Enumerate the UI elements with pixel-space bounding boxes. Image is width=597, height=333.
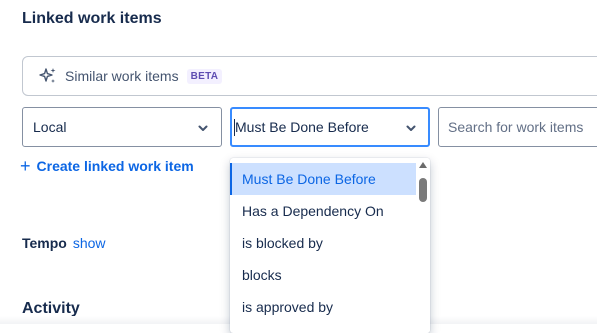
create-linked-work-item-label: Create linked work item (36, 158, 194, 174)
scope-select[interactable]: Local (22, 107, 222, 147)
dropdown-scrollbar[interactable] (416, 158, 430, 333)
scope-select-value: Local (33, 119, 67, 135)
scrollbar-thumb[interactable] (419, 178, 427, 202)
chevron-down-icon (198, 125, 208, 131)
beta-badge: BETA (186, 68, 223, 84)
link-type-dropdown-menu[interactable]: Must Be Done Before Has a Dependency On … (230, 158, 430, 333)
create-linked-work-item-button[interactable]: + Create linked work item (20, 157, 194, 175)
sparkle-icon (39, 68, 56, 83)
dropdown-option-must-be-done-before[interactable]: Must Be Done Before (230, 163, 416, 195)
similar-work-items-panel[interactable]: Similar work items BETA (22, 56, 597, 96)
work-item-search-input[interactable]: Search for work items (438, 107, 597, 147)
tempo-section: Tempo show (22, 235, 106, 251)
similar-work-items-label: Similar work items (65, 68, 179, 84)
tempo-title: Tempo (22, 235, 67, 251)
dropdown-option-blocks[interactable]: blocks (230, 259, 416, 291)
chevron-down-icon (406, 125, 416, 131)
tempo-show-link[interactable]: show (73, 235, 106, 251)
dropdown-option-is-blocked-by[interactable]: is blocked by (230, 227, 416, 259)
link-type-select[interactable]: Must Be Done Before (230, 107, 430, 147)
plus-icon: + (20, 156, 31, 176)
scroll-up-arrow-icon[interactable] (419, 162, 427, 168)
link-type-select-value: Must Be Done Before (235, 119, 369, 135)
dropdown-option-is-approved-by[interactable]: is approved by (230, 291, 416, 323)
section-title: Linked work items (22, 10, 162, 27)
dropdown-option-has-a-dependency-on[interactable]: Has a Dependency On (230, 195, 416, 227)
search-placeholder: Search for work items (448, 119, 584, 135)
